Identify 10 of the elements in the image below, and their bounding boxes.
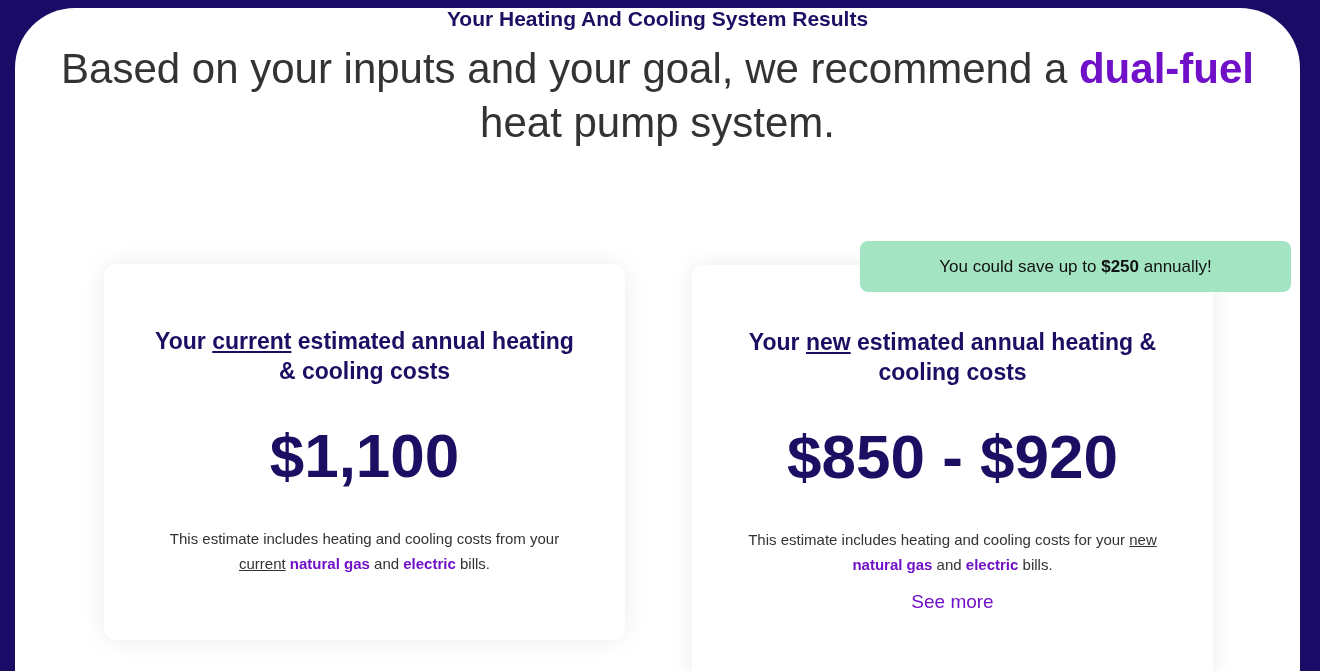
results-title: Your Heating And Cooling System Results [446, 8, 869, 30]
estimate-note: This estimate includes heating and cooling costs from your current natural gas and electric bills. [168, 529, 561, 574]
card-heading: Your current estimated annual heating & cooling costs [154, 327, 575, 386]
cost-amount: $1,100 [269, 420, 460, 492]
card-heading: Your new estimated annual heating & cooling costs [747, 328, 1158, 387]
cost-amount: $850 - $920 [787, 421, 1118, 493]
estimate-note: This estimate includes heating and cooling costs for your new natural gas and electric bills. [747, 530, 1158, 575]
see-more-link[interactable]: See more [911, 591, 994, 613]
recommendation-text: Based on your inputs and your goal, we recommend a dual-fuel heat pump system. [60, 44, 1255, 148]
savings-banner: You could save up to $250 annually! [860, 241, 1291, 292]
